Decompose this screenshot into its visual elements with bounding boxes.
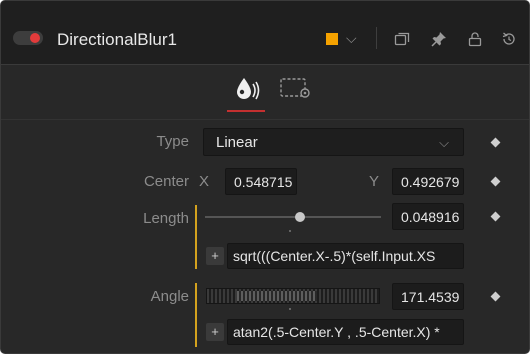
chevron-down-icon: ⌵ bbox=[439, 135, 449, 150]
angle-jog-highlight bbox=[237, 291, 317, 301]
type-dropdown-value: Linear bbox=[216, 134, 258, 151]
keyframe-diamond-icon[interactable] bbox=[490, 137, 501, 148]
length-label: Length bbox=[143, 210, 189, 227]
keyframe-diamond-icon[interactable] bbox=[490, 291, 501, 302]
droplet-icon[interactable] bbox=[235, 76, 261, 102]
toggle-indicator bbox=[30, 33, 40, 43]
center-y-label: Y bbox=[369, 173, 380, 190]
length-slider-thumb[interactable] bbox=[295, 212, 305, 222]
chevron-down-icon[interactable]: ⌵ bbox=[346, 30, 357, 46]
length-expression-text: sqrt(((Center.X-.5)*(self.Input.XS bbox=[233, 248, 436, 264]
expression-indicator-bar bbox=[195, 283, 197, 347]
header-divider bbox=[376, 27, 377, 49]
pin-icon[interactable] bbox=[431, 31, 447, 47]
center-y-field[interactable]: 0.492679 bbox=[392, 168, 464, 195]
center-label: Center bbox=[143, 173, 189, 190]
center-x-field[interactable]: 0.548715 bbox=[225, 168, 297, 195]
node-header: DirectionalBlur1 ⌵ bbox=[1, 1, 529, 65]
active-tab-indicator bbox=[227, 110, 265, 112]
expression-indicator-bar bbox=[195, 205, 197, 269]
settings-icon[interactable] bbox=[280, 78, 314, 100]
color-chip-icon[interactable] bbox=[326, 33, 338, 45]
node-title: DirectionalBlur1 bbox=[57, 30, 177, 49]
expression-add-button[interactable]: + bbox=[206, 247, 224, 265]
length-slider-track[interactable] bbox=[205, 216, 381, 218]
inspector-panel: DirectionalBlur1 ⌵ Type Linear ⌵ Center … bbox=[0, 0, 530, 354]
angle-expression-text: atan2(.5-Center.Y , .5-Center.X) * bbox=[233, 324, 440, 340]
slider-default-tick bbox=[289, 230, 291, 232]
keyframe-diamond-icon[interactable] bbox=[490, 176, 501, 187]
lock-icon[interactable] bbox=[467, 31, 483, 47]
angle-value-field[interactable]: 171.4539 bbox=[392, 283, 464, 310]
jog-default-tick bbox=[289, 308, 291, 310]
type-label: Type bbox=[156, 133, 189, 150]
reset-icon[interactable] bbox=[501, 31, 517, 47]
inspector-tabs bbox=[1, 66, 529, 120]
center-x-label: X bbox=[199, 173, 210, 190]
versions-icon[interactable] bbox=[394, 31, 410, 47]
expression-add-button[interactable]: + bbox=[206, 323, 224, 341]
type-dropdown[interactable]: Linear ⌵ bbox=[203, 128, 464, 156]
toggle-switch-icon[interactable] bbox=[13, 31, 43, 45]
length-value-field[interactable]: 0.048916 bbox=[392, 203, 464, 230]
keyframe-diamond-icon[interactable] bbox=[490, 211, 501, 222]
angle-label: Angle bbox=[150, 288, 189, 305]
